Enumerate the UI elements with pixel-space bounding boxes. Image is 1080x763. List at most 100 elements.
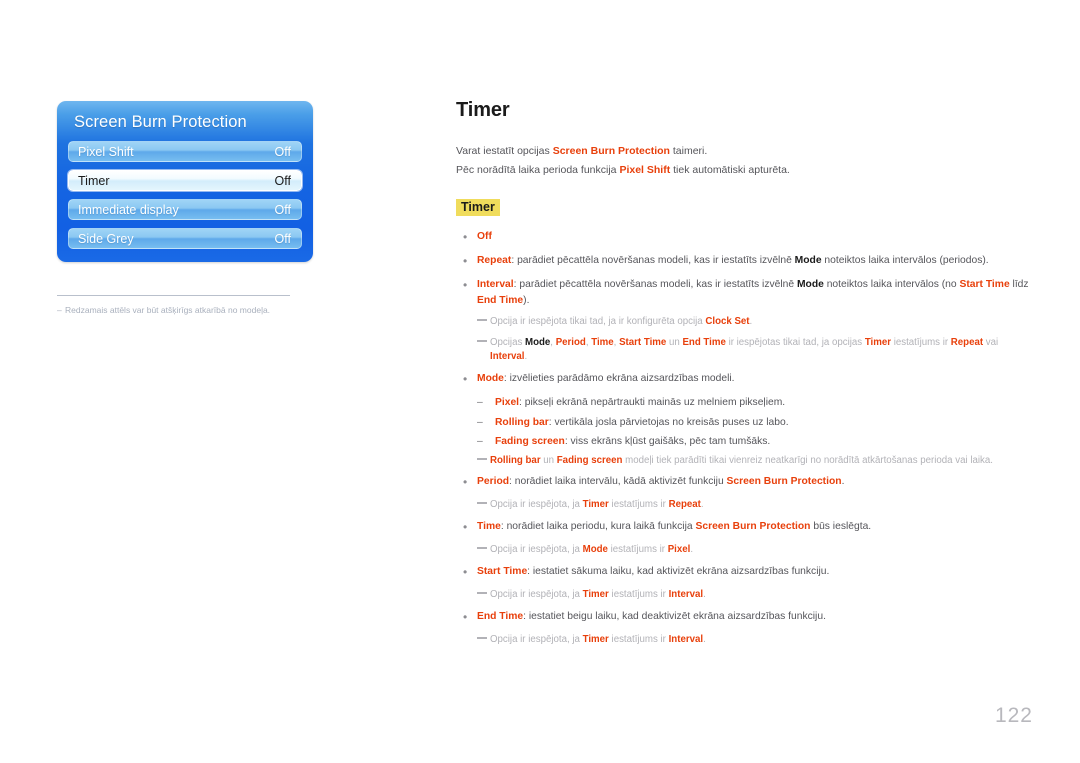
intro-paragraph-1: Varat iestatīt opcijas Screen Burn Prote… — [456, 143, 1034, 159]
note-rolling-fading: Rolling bar un Fading screen modeļi tiek… — [456, 454, 1034, 469]
intro-paragraph-2: Pēc norādītā laika perioda funkcija Pixe… — [456, 162, 1034, 178]
inline-emphasis: Timer — [864, 336, 892, 348]
list-item-interval: • Interval: parādiet pēcattēla novēršana… — [456, 277, 1034, 308]
body-text: . — [841, 476, 845, 488]
bullet-dot-icon: • — [463, 371, 468, 386]
osd-illustration-column: Screen Burn Protection Pixel Shift Off T… — [57, 101, 313, 316]
note-dash-icon — [477, 547, 490, 550]
option-name: End Time — [477, 610, 524, 622]
inline-emphasis: Timer — [582, 499, 609, 511]
inline-emphasis: Start Time — [619, 336, 667, 348]
list-item-off: • Off — [456, 229, 1034, 246]
intro-text: Varat iestatīt opcijas — [456, 145, 553, 157]
osd-row-immediate-display[interactable]: Immediate display Off — [68, 199, 302, 220]
intro-text: tiek automātiski apturēta. — [670, 164, 790, 177]
body-text: ). — [523, 294, 530, 306]
osd-row-value: Off — [274, 144, 291, 159]
inline-emphasis: Rolling bar — [490, 454, 541, 466]
body-text: : vertikāla josla pārvietojas no kreisās… — [548, 416, 789, 428]
note-time: Opcija ir iespējota, ja Mode iestatījums… — [456, 543, 1034, 558]
list-item-text: Interval: parādiet pēcattēla novēršanas … — [477, 277, 1034, 308]
sub-item-text: Rolling bar: vertikāla josla pārvietojas… — [495, 415, 1034, 430]
bullet-dot-icon: • — [463, 609, 468, 624]
note-period: Opcija ir iespējota, ja Timer iestatījum… — [456, 498, 1034, 513]
screen-burn-protection-osd-panel: Screen Burn Protection Pixel Shift Off T… — [57, 101, 313, 262]
note-dash-icon — [477, 339, 490, 342]
body-text: iestatījums ir — [607, 544, 668, 556]
inline-emphasis: Clock Set — [705, 316, 750, 328]
body-text: noteiktos laika intervālos (periodos). — [821, 254, 989, 266]
osd-row-timer[interactable]: Timer Off — [68, 170, 302, 191]
inline-emphasis: Timer — [582, 634, 609, 646]
inline-emphasis: Mode — [794, 254, 822, 266]
inline-emphasis: End Time — [477, 294, 524, 306]
option-name: Off — [477, 230, 492, 242]
option-name: Mode — [477, 372, 504, 384]
body-text: un — [666, 336, 683, 348]
note-clock-set: Opcija ir iespējota tikai tad, ja ir kon… — [456, 315, 1034, 330]
note-dash-icon — [477, 592, 490, 595]
osd-panel-title: Screen Burn Protection — [74, 113, 247, 131]
note-text: Opcija ir iespējota, ja Timer iestatījum… — [490, 633, 1034, 648]
note-text: Rolling bar un Fading screen modeļi tiek… — [490, 454, 1034, 469]
note-dash-icon — [477, 457, 490, 460]
bullet-dot-icon: • — [463, 564, 468, 579]
body-text: : izvēlieties parādāmo ekrāna aizsardzīb… — [503, 372, 735, 384]
page-number: 122 — [994, 704, 1033, 727]
bullet-dot-icon: • — [463, 475, 468, 490]
body-text: Opcijas — [490, 336, 525, 348]
body-text: vai — [983, 336, 999, 348]
option-name: Pixel — [495, 397, 520, 409]
note-start-time: Opcija ir iespējota, ja Timer iestatījum… — [456, 588, 1034, 603]
list-item-start-time: • Start Time: iestatiet sākuma laiku, ka… — [456, 564, 1034, 581]
body-text: ir iespējotas tikai tad, ja opcijas — [725, 336, 865, 348]
body-text: Opcija ir iespējota tikai tad, ja ir kon… — [490, 316, 706, 328]
footnote-dash: – — [57, 305, 62, 315]
note-end-time: Opcija ir iespējota, ja Timer iestatījum… — [456, 633, 1034, 648]
sub-item-text: Pixel: pikseļi ekrānā nepārtraukti mainā… — [495, 395, 1034, 410]
list-item-mode: • Mode: izvēlieties parādāmo ekrāna aizs… — [456, 371, 1034, 388]
note-text: Opcija ir iespējota, ja Mode iestatījums… — [490, 543, 1034, 558]
bullet-dot-icon: • — [463, 278, 468, 293]
option-name: Start Time — [477, 565, 528, 577]
body-text: līdz — [1009, 279, 1029, 291]
body-text: Opcija ir iespējota, ja — [490, 499, 583, 511]
osd-row-value: Off — [274, 202, 291, 217]
osd-row-label: Side Grey — [78, 231, 134, 246]
inline-emphasis: Mode — [582, 544, 608, 556]
intro-text: taimeri. — [669, 145, 708, 157]
osd-row-pixel-shift[interactable]: Pixel Shift Off — [68, 141, 302, 162]
note-dash-icon — [477, 637, 490, 640]
inline-emphasis: Screen Burn Protection — [726, 476, 842, 488]
body-text: Opcija ir iespējota, ja — [490, 634, 583, 646]
option-name: Fading screen — [495, 436, 565, 448]
osd-row-value: Off — [274, 173, 291, 188]
inline-emphasis: Pixel — [667, 544, 691, 556]
body-text: : parādiet pēcattēla novēršanas modeli, … — [513, 279, 797, 291]
osd-row-side-grey[interactable]: Side Grey Off — [68, 228, 302, 249]
inline-emphasis: Repeat — [950, 336, 984, 348]
body-text: . — [700, 499, 704, 511]
body-text: : parādiet pēcattēla novēršanas modeli, … — [511, 254, 795, 266]
list-item-time: • Time: norādiet laika periodu, kura lai… — [456, 519, 1034, 536]
option-name: Repeat — [477, 254, 512, 266]
body-text: : iestatiet sākuma laiku, kad aktivizēt … — [527, 565, 830, 577]
note-dash-icon — [477, 502, 490, 505]
sub-dash-icon: – — [477, 416, 483, 428]
list-item-text: Period: norādiet laika intervālu, kādā a… — [477, 474, 1034, 489]
inline-emphasis: Mode — [525, 336, 551, 348]
sub-dash-icon: – — [477, 397, 483, 409]
body-text: noteiktos laika intervālos (no — [823, 279, 960, 291]
list-item-text: Start Time: iestatiet sākuma laiku, kad … — [477, 564, 1034, 579]
inline-emphasis: Interval — [668, 589, 704, 601]
list-item-text: Repeat: parādiet pēcattēla novēršanas mo… — [477, 253, 1034, 268]
sub-item-text: Fading screen: viss ekrāns kļūst gaišāks… — [495, 434, 1034, 449]
list-item-text: Off — [477, 229, 1034, 244]
inline-emphasis: End Time — [682, 336, 726, 348]
sub-item-pixel: – Pixel: pikseļi ekrānā nepārtraukti mai… — [456, 395, 1034, 410]
body-text: : norādiet laika periodu, kura laikā fun… — [500, 521, 696, 533]
list-item-period: • Period: norādiet laika intervālu, kādā… — [456, 474, 1034, 491]
body-text: Opcija ir iespējota, ja — [490, 589, 583, 601]
list-item-repeat: • Repeat: parādiet pēcattēla novēršanas … — [456, 253, 1034, 270]
page-title: Timer — [456, 99, 510, 121]
